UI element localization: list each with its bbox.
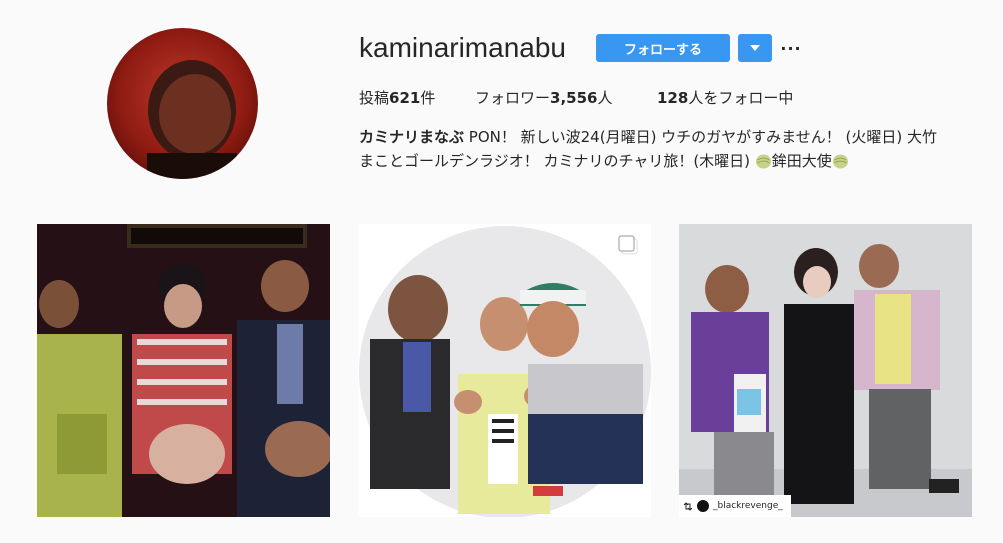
chevron-down-icon	[750, 45, 760, 51]
profile-stats: 投稿621件 フォロワー3,556人 128人をフォロー中	[359, 86, 793, 110]
carousel-icon	[618, 235, 638, 255]
follow-button[interactable]: フォローする	[596, 34, 730, 62]
bio-text-line2: まことゴールデンラジオ！ カミナリのチャリ旅！(木曜日)	[359, 152, 755, 170]
following-count[interactable]: 128人をフォロー中	[657, 86, 793, 110]
post-thumbnail[interactable]	[358, 224, 651, 517]
profile-avatar[interactable]	[107, 28, 258, 179]
bio-text-line2-end: 鉾田大使	[771, 152, 832, 170]
post-thumbnail[interactable]	[37, 224, 330, 517]
posts-count: 投稿621件	[359, 89, 436, 107]
more-options-button[interactable]: ···	[780, 34, 802, 62]
profile-bio: カミナリまなぶ PON！ 新しい波24(月曜日) ウチのガヤがすみません！ (火…	[359, 125, 979, 173]
bio-text-line1: PON！ 新しい波24(月曜日) ウチのガヤがすみません！ (火曜日) 大竹	[464, 128, 937, 146]
more-icon: ···	[780, 38, 802, 58]
profile-full-name: カミナリまなぶ	[359, 128, 465, 146]
suggestions-dropdown-button[interactable]	[738, 34, 772, 62]
repost-tag[interactable]: _blackrevenge_	[679, 495, 791, 517]
post-thumbnail[interactable]: _blackrevenge_	[679, 224, 972, 517]
repost-username: _blackrevenge_	[713, 501, 783, 511]
profile-username: kaminarimanabu	[359, 32, 566, 63]
repost-icon	[683, 501, 693, 511]
followers-count[interactable]: フォロワー3,556人	[475, 86, 657, 110]
melon-icon	[755, 154, 771, 169]
melon-icon	[832, 154, 848, 169]
repost-avatar	[697, 500, 709, 512]
